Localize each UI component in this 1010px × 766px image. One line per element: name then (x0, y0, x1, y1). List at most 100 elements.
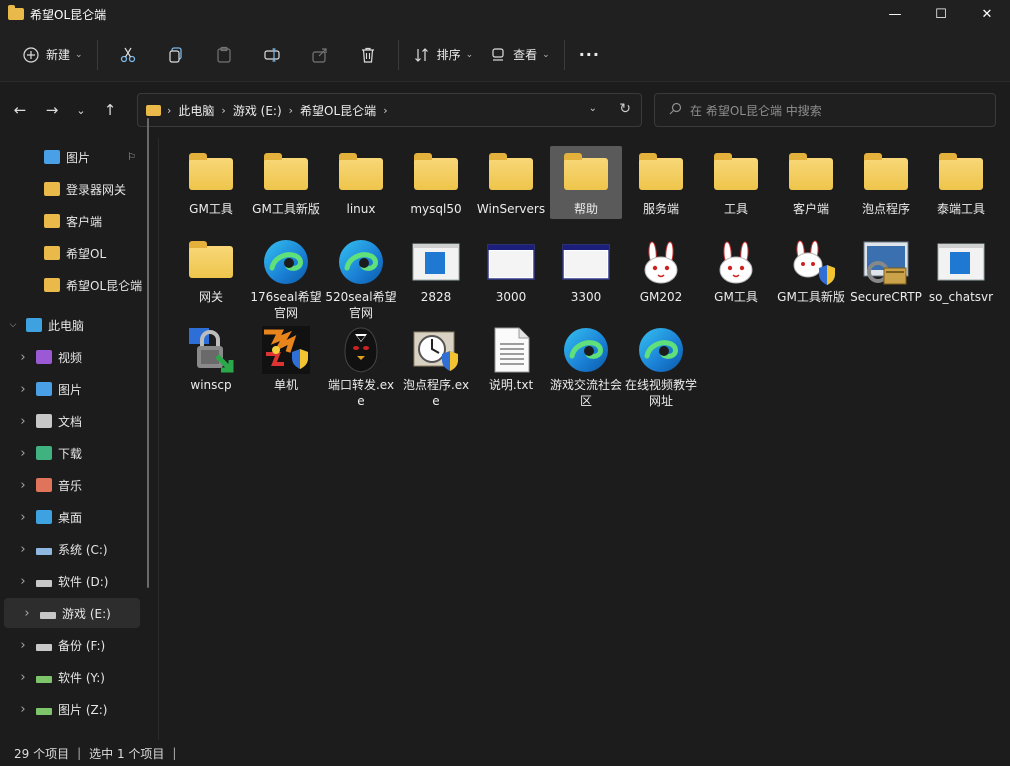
new-button[interactable]: 新建 ⌄ (14, 39, 91, 71)
file-item[interactable]: SecureCRTP (850, 234, 922, 307)
maximize-icon[interactable]: ☐ (918, 0, 964, 28)
file-item[interactable]: GM工具 (175, 146, 247, 219)
file-item[interactable]: 2828 (400, 234, 472, 307)
copy-button[interactable] (152, 39, 200, 71)
minimize-icon[interactable]: — (872, 0, 918, 28)
file-item-tile: so_chatsvr (925, 234, 997, 307)
file-item[interactable]: 端口转发.exe (325, 322, 397, 411)
file-item-label: 176seal希望官网 (250, 290, 322, 320)
chevron-down-icon[interactable]: ⌵ (6, 320, 20, 330)
forward-button[interactable]: → (36, 94, 68, 126)
breadcrumb-this-pc[interactable]: 此电脑 (178, 102, 214, 119)
chevron-right-icon[interactable]: › (16, 446, 30, 461)
folder-icon (146, 104, 161, 116)
file-item-label: 泡点程序.exe (402, 378, 470, 408)
file-item[interactable]: winscp (175, 322, 247, 395)
chevron-right-icon[interactable]: › (16, 414, 30, 429)
file-item[interactable]: 网关 (175, 234, 247, 307)
search-input[interactable]: 在 希望OL昆仑端 中搜索 (654, 93, 996, 127)
file-item[interactable]: GM工具新版 (775, 234, 847, 307)
chevron-right-icon[interactable]: › (16, 478, 30, 493)
paste-button[interactable] (200, 39, 248, 71)
recent-button[interactable]: ⌄ (68, 94, 94, 126)
address-bar[interactable]: › 此电脑 › 游戏 (E:) › 希望OL昆仑端 › ⌄ ↻ (137, 93, 642, 127)
chevron-right-icon[interactable]: › (16, 638, 30, 653)
share-button[interactable] (296, 39, 344, 71)
nav-item[interactable]: › 文档 (0, 406, 150, 436)
delete-button[interactable] (344, 39, 392, 71)
file-item[interactable]: 帮助 (550, 146, 622, 219)
file-grid: GM工具 GM工具新版 linux mysql50 WinServers 帮助 服务端 工具 客… (160, 138, 1010, 740)
folder-icon (787, 150, 835, 198)
file-item[interactable]: 单机 (250, 322, 322, 395)
nav-item[interactable]: › 图片 (0, 374, 150, 404)
drive-icon (36, 707, 52, 715)
chevron-right-icon[interactable]: › (16, 382, 30, 397)
cut-button[interactable] (104, 39, 152, 71)
file-item[interactable]: 泡点程序.exe (400, 322, 472, 411)
file-item[interactable]: 泡点程序 (850, 146, 922, 219)
nav-item[interactable]: 客户端 (0, 206, 150, 236)
rename-button[interactable] (248, 39, 296, 71)
nav-item[interactable]: › 备份 (F:) (0, 630, 150, 660)
nav-item[interactable]: › 视频 (0, 342, 150, 372)
view-label: 查看 (513, 48, 538, 62)
nav-scrollbar[interactable] (147, 118, 149, 588)
nav-item[interactable]: 希望OL (0, 238, 150, 268)
file-item[interactable]: GM202 (625, 234, 697, 307)
nav-item-label: 音乐 (58, 478, 83, 493)
nav-item[interactable]: › 软件 (D:) (0, 566, 150, 596)
nav-item[interactable]: 登录器网关 (0, 174, 150, 204)
nav-item[interactable]: › 系统 (C:) (0, 534, 150, 564)
more-button[interactable]: ··· (571, 39, 608, 71)
breadcrumb-current-folder[interactable]: 希望OL昆仑端 (300, 102, 376, 119)
nav-item-label: 此电脑 (48, 318, 85, 333)
file-item[interactable]: so_chatsvr (925, 234, 997, 307)
file-item[interactable]: 泰端工具 (925, 146, 997, 219)
file-item[interactable]: 说明.txt (475, 322, 547, 395)
chevron-right-icon[interactable]: › (16, 510, 30, 525)
nav-item[interactable]: › 音乐 (0, 470, 150, 500)
file-item[interactable]: 3300 (550, 234, 622, 307)
chevron-right-icon[interactable]: › (16, 574, 30, 589)
file-item[interactable]: 176seal希望官网 (250, 234, 322, 323)
chevron-right-icon[interactable]: › (16, 350, 30, 365)
file-item[interactable]: 520seal希望官网 (325, 234, 397, 323)
application-icon (937, 238, 985, 286)
file-item[interactable]: 客户端 (775, 146, 847, 219)
chevron-right-icon[interactable]: › (16, 670, 30, 685)
file-item[interactable]: WinServers (475, 146, 547, 219)
file-item[interactable]: mysql50 (400, 146, 472, 219)
sort-button[interactable]: 排序 ⌄ (405, 39, 482, 71)
file-item[interactable]: 在线视频教学网址 (625, 322, 697, 411)
breadcrumb-drive-e[interactable]: 游戏 (E:) (233, 102, 282, 119)
edge-shortcut-icon (562, 326, 610, 374)
nav-item[interactable]: › 下载 (0, 438, 150, 468)
chevron-right-icon[interactable]: › (16, 542, 30, 557)
nav-item[interactable]: › 图片 (Z:) (0, 694, 150, 724)
back-button[interactable]: ← (4, 94, 36, 126)
address-dropdown-icon[interactable]: ⌄ (589, 103, 597, 114)
refresh-icon[interactable]: ↻ (619, 101, 631, 117)
nav-item[interactable]: 图片 ⚐ (0, 142, 150, 172)
up-button[interactable]: ↑ (94, 94, 126, 126)
nav-item[interactable]: 希望OL昆仑端 (0, 270, 150, 300)
pin-icon[interactable]: ⚐ (127, 152, 136, 163)
file-item[interactable]: linux (325, 146, 397, 219)
view-button[interactable]: 查看 ⌄ (481, 39, 558, 71)
file-item[interactable]: GM工具新版 (250, 146, 322, 219)
file-item[interactable]: 服务端 (625, 146, 697, 219)
nav-item[interactable]: › 桌面 (0, 502, 150, 532)
chevron-right-icon[interactable]: › (20, 606, 34, 621)
file-item[interactable]: 游戏交流社会区 (550, 322, 622, 411)
close-icon[interactable]: ✕ (964, 0, 1010, 28)
file-item[interactable]: 3000 (475, 234, 547, 307)
file-item[interactable]: GM工具 (700, 234, 772, 307)
file-item[interactable]: 工具 (700, 146, 772, 219)
arrow-right-icon: → (45, 101, 59, 119)
nav-item[interactable]: ⌵ 此电脑 (0, 310, 150, 340)
documents-icon (36, 414, 52, 428)
nav-item[interactable]: › 游戏 (E:) (4, 598, 140, 628)
chevron-right-icon[interactable]: › (16, 702, 30, 717)
nav-item[interactable]: › 软件 (Y:) (0, 662, 150, 692)
